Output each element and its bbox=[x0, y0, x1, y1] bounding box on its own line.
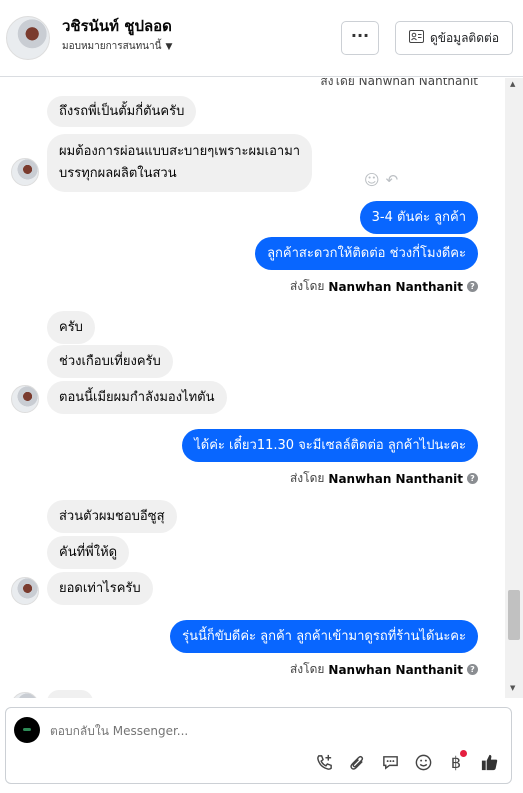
reply-composer: ฿ bbox=[5, 707, 512, 784]
thumbs-up-icon[interactable] bbox=[479, 752, 499, 772]
scrollbar-thumb[interactable] bbox=[508, 590, 520, 640]
page-avatar bbox=[14, 717, 40, 743]
emoji-react-icon[interactable]: ☺ bbox=[364, 171, 380, 189]
sent-by-label: ส่งโดย Nanwhan Nanthanit ? bbox=[290, 277, 478, 296]
message-incoming[interactable]: ตอนนี้เมียผมกำลังมองไทตัน bbox=[47, 381, 227, 414]
chat-bubble-icon[interactable] bbox=[380, 752, 400, 772]
sent-by-prefix: ส่งโดย bbox=[289, 471, 325, 485]
thread-scrollbar[interactable]: ▲ ▼ bbox=[505, 78, 523, 698]
sent-by-label: ส่งโดย Nanwhan Nanthanit ? bbox=[290, 469, 478, 488]
sent-by-cut: ส่งโดย Nanwhan Nanthanit bbox=[320, 78, 478, 88]
contact-avatar-small bbox=[11, 158, 39, 186]
scroll-down-arrow-icon[interactable]: ▼ bbox=[510, 684, 515, 692]
baht-icon[interactable]: ฿ bbox=[446, 750, 467, 772]
message-outgoing[interactable]: ได้ค่ะ เดี๋ยว11.30 จะมีเซลล์ติดต่อ ลูกค้… bbox=[182, 429, 478, 462]
sent-by-label: ส่งโดย Nanwhan Nanthanit ? bbox=[290, 660, 478, 679]
scroll-up-arrow-icon[interactable]: ▲ bbox=[510, 80, 515, 88]
contact-name[interactable]: วชิรนันท์ ชูปลอด bbox=[62, 14, 172, 38]
sender-name[interactable]: Nanwhan Nanthanit bbox=[328, 472, 463, 486]
notification-dot bbox=[460, 750, 467, 757]
info-icon[interactable]: ? bbox=[467, 281, 478, 292]
message-incoming[interactable]: ช่วงเกือบเที่ยงครับ bbox=[47, 345, 173, 378]
message-outgoing[interactable]: ลูกค้าสะดวกให้ติดต่อ ช่วงกี่โมงดีคะ bbox=[255, 237, 478, 270]
reply-icon[interactable]: ↶ bbox=[386, 171, 399, 189]
assign-label: มอบหมายการสนทนานี้ bbox=[62, 41, 162, 52]
reply-input[interactable] bbox=[50, 720, 490, 742]
sender-name[interactable]: Nanwhan Nanthanit bbox=[328, 280, 463, 294]
assign-conversation-dropdown[interactable]: มอบหมายการสนทนานี้ ▼ bbox=[62, 39, 172, 54]
contact-card-icon bbox=[408, 30, 424, 46]
sent-by-prefix: ส่งโดย bbox=[289, 662, 325, 676]
paperclip-icon[interactable] bbox=[347, 752, 367, 772]
view-contact-label: ดูข้อมูลติดต่อ bbox=[429, 30, 500, 45]
call-add-icon[interactable] bbox=[314, 752, 334, 772]
contact-avatar-small bbox=[11, 692, 39, 698]
message-incoming[interactable]: ครับ bbox=[47, 311, 95, 344]
message-outgoing[interactable]: 3-4 ตันค่ะ ลูกค้า bbox=[359, 201, 478, 234]
message-incoming[interactable]: ผมต้องการผ่อนแบบสะบายๆเพราะผมเอามา บรรทุ… bbox=[47, 134, 313, 192]
message-incoming[interactable]: ส่วนตัวผมชอบอีซูสุ bbox=[47, 500, 177, 533]
caret-down-icon: ▼ bbox=[165, 41, 173, 52]
contact-avatar[interactable] bbox=[6, 16, 50, 60]
message-incoming[interactable]: ยอดเท่าไรครับ bbox=[47, 572, 153, 605]
emoji-icon[interactable] bbox=[413, 752, 433, 772]
contact-avatar-small bbox=[11, 385, 39, 413]
message-incoming[interactable]: ถึงรถพี่เป็นตั้มกี่ตันครับ bbox=[47, 96, 197, 127]
conversation-header: วชิรนันท์ ชูปลอด มอบหมายการสนทนานี้ ▼ ··… bbox=[0, 0, 523, 77]
sent-by-prefix: ส่งโดย bbox=[289, 279, 325, 293]
sender-name[interactable]: Nanwhan Nanthanit bbox=[328, 663, 463, 677]
message-incoming-partial[interactable] bbox=[47, 690, 93, 698]
composer-toolbar: ฿ bbox=[314, 750, 499, 772]
more-options-button[interactable]: ··· bbox=[341, 21, 379, 55]
info-icon[interactable]: ? bbox=[467, 473, 478, 484]
view-contact-button[interactable]: ดูข้อมูลติดต่อ bbox=[395, 21, 513, 55]
message-thread[interactable]: ส่งโดย Nanwhan Nanthanit ถึงรถพี่เป็นตั้… bbox=[0, 78, 523, 698]
info-icon[interactable]: ? bbox=[467, 664, 478, 675]
message-incoming[interactable]: คันที่พี่ให้ดู bbox=[47, 536, 130, 569]
contact-avatar-small bbox=[11, 577, 39, 605]
message-outgoing[interactable]: รุ่นนี้ก็ขับดีค่ะ ลูกค้า ลูกค้าเข้ามาดูร… bbox=[170, 620, 478, 653]
message-actions: ☺ ↶ bbox=[364, 171, 398, 189]
